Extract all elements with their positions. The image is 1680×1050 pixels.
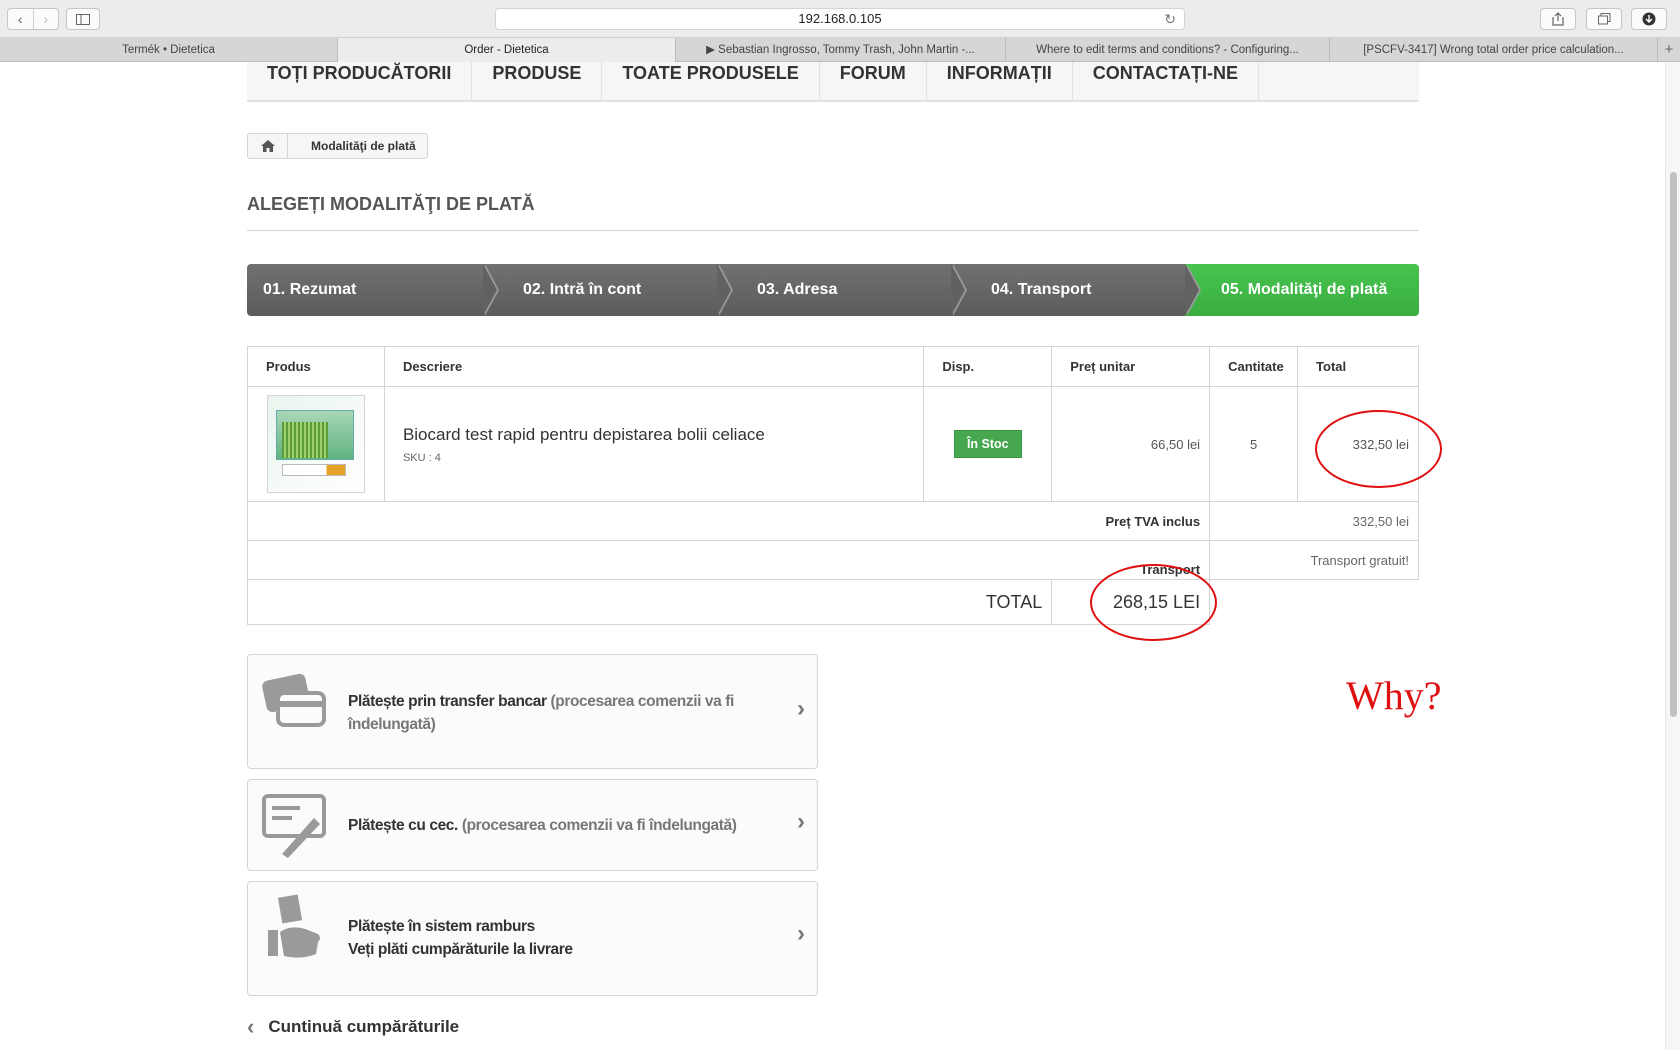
product-description-cell: Biocard test rapid pentru depistarea bol… [383,386,925,502]
forward-icon[interactable]: › [32,9,59,29]
pay-cod-note: Veți plăti cumpărăturile la livrare [348,941,573,958]
transport-row: Transport Transport gratuit! [246,540,1419,580]
browser-tab-active[interactable]: Order - Dietetica [338,38,676,62]
new-tab-button[interactable]: + [1658,38,1680,61]
vat-label: Preț TVA inclus [246,501,1211,541]
column-header: Cantitate [1209,346,1299,387]
pay-check-note: (procesarea comenzii va fi îndelungată) [461,817,737,834]
continue-shopping-link[interactable]: ‹ Cuntinuă cumpărăturile [247,1014,459,1040]
chevron-right-icon: › [797,695,805,722]
stock-badge: În Stoc [953,430,1022,458]
page-title: ALEGEȚI MODALITĂŢI DE PLATĂ [247,194,1419,231]
pay-bank-title: Plătește prin transfer bancar [348,693,547,710]
share-button[interactable] [1540,8,1576,30]
pay-bank-label: Plătește prin transfer bancar (procesare… [348,690,768,736]
breadcrumb-home[interactable] [248,134,288,158]
downloads-button[interactable] [1631,8,1667,30]
pay-cash-on-delivery-button[interactable]: Plătește în sistem ramburs Veți plăti cu… [247,881,818,996]
breadcrumb: Modalităţi de plată [247,133,428,159]
product-image-cell [247,386,385,502]
menu-item-forum[interactable]: FORUM [820,62,927,102]
card-icon [262,673,326,727]
chevron-left-icon: ‹ [247,1014,255,1039]
tab-bar: Termék • Dietetica Order - Dietetica ▶ S… [0,38,1680,62]
total-row: TOTAL 268,15 LEI [246,579,1419,625]
column-header: Produs [247,346,385,387]
share-icon [1552,12,1564,26]
table-header-row: Produs Descriere Disp. Preț unitar Canti… [247,346,1419,387]
annotation-circle-total [1090,564,1217,641]
product-name[interactable]: Biocard test rapid pentru depistarea bol… [403,425,923,445]
unit-price: 66,50 lei [1051,386,1211,502]
transport-value: Transport gratuit! [1209,540,1419,580]
step-address[interactable]: 03. Adresa [717,264,967,316]
scrollbar-thumb[interactable] [1670,172,1677,717]
browser-tab[interactable]: ▶ Sebastian Ingrosso, Tommy Trash, John … [676,38,1006,62]
vat-row: Preț TVA inclus 332,50 lei [246,501,1419,541]
home-icon [260,140,275,152]
product-sku: SKU : 4 [402,451,441,464]
sidebar-icon [76,13,90,25]
browser-tab[interactable]: Where to edit terms and conditions? - Co… [1006,38,1330,62]
step-summary[interactable]: 01. Rezumat [247,264,499,316]
page-content: TOȚI PRODUCĂTORII PRODUSE TOATE PRODUSEL… [0,62,1680,1050]
top-menu: TOȚI PRODUCĂTORII PRODUSE TOATE PRODUSEL… [247,62,1419,102]
step-payment: 05. Modalităţi de plată [1185,264,1419,316]
browser-tab[interactable]: Termék • Dietetica [0,38,338,62]
step-shipping[interactable]: 04. Transport [951,264,1201,316]
column-header: Disp. [923,346,1053,387]
sidebar-toggle-button[interactable] [66,8,100,30]
quantity: 5 [1209,386,1299,502]
column-header: Descriere [383,346,925,387]
pay-cod-label: Plătește în sistem ramburs Veți plăti cu… [348,915,768,961]
menu-item-products[interactable]: PRODUSE [472,62,603,102]
product-image[interactable] [266,395,365,493]
back-icon[interactable]: ‹ [8,9,33,29]
download-icon [1642,12,1656,26]
availability-cell: În Stoc [923,386,1053,502]
address-bar[interactable]: 192.168.0.105 ↻ [495,8,1185,30]
menu-item-all-products[interactable]: TOATE PRODUSELE [602,62,820,102]
browser-toolbar: ‹ › 192.168.0.105 ↻ [0,0,1680,38]
tabs-icon [1597,13,1610,25]
chevron-right-icon: › [797,920,805,947]
tabs-overview-button[interactable] [1586,8,1622,30]
transport-label: Transport [246,540,1211,580]
pay-check-label: Plătește cu cec. (procesarea comenzii va… [348,814,788,837]
pay-cod-title: Plătește în sistem ramburs [348,918,535,935]
check-icon [262,794,326,858]
history-nav: ‹ › [7,8,59,30]
vat-value: 332,50 lei [1209,501,1419,541]
menu-item-producers[interactable]: TOȚI PRODUCĂTORII [247,62,473,102]
annotation-circle-line-total [1315,410,1442,488]
pay-check-title: Plătește cu cec. [348,817,458,834]
menu-item-info[interactable]: INFORMAȚII [927,62,1073,102]
pay-bank-transfer-button[interactable]: Plătește prin transfer bancar (procesare… [247,654,818,769]
cart-table: Produs Descriere Disp. Preț unitar Canti… [246,346,1419,625]
page-scrollbar[interactable] [1665,62,1680,1050]
breadcrumb-current: Modalităţi de plată [311,139,416,153]
menu-item-contact[interactable]: CONTACTAȚI-NE [1073,62,1260,102]
total-label: TOTAL [246,579,1053,625]
checkout-steps: 01. Rezumat 02. Intră în cont 03. Adresa… [247,264,1419,316]
step-login[interactable]: 02. Intră în cont [483,264,733,316]
annotation-text: Why? [1346,673,1442,718]
browser-tab[interactable]: [PSCFV-3417] Wrong total order price cal… [1330,38,1658,62]
cash-hand-icon [268,894,320,958]
continue-shopping-label: Cuntinuă cumpărăturile [268,1017,460,1036]
reload-icon[interactable]: ↻ [1164,9,1176,29]
column-header: Total [1297,346,1419,387]
total-spacer [1210,580,1419,625]
url-text: 192.168.0.105 [798,11,882,26]
chevron-right-icon: › [797,808,805,835]
column-header: Preț unitar [1051,346,1211,387]
pay-check-button[interactable]: Plătește cu cec. (procesarea comenzii va… [247,779,818,871]
table-row: Biocard test rapid pentru depistarea bol… [247,386,1419,502]
